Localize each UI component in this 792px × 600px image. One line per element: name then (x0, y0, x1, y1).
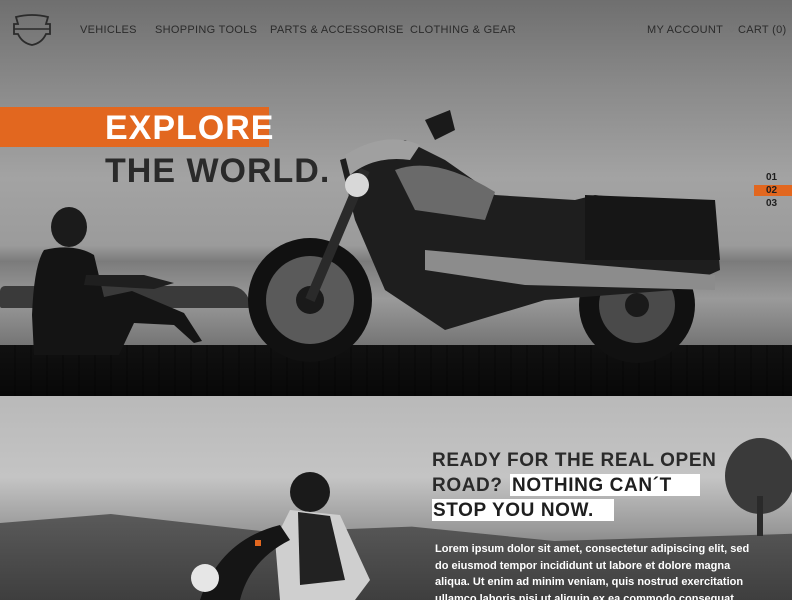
bar-and-shield-logo-icon[interactable] (12, 14, 52, 46)
nav-link-vehicles[interactable]: VEHICLES (80, 24, 137, 36)
section-body-text: Lorem ipsum dolor sit amet, consectetur … (435, 543, 750, 600)
my-account-link[interactable]: MY ACCOUNT (647, 24, 736, 36)
slide-indicator-3[interactable]: 03 (754, 198, 792, 209)
rider-on-motorcycle-image (191, 472, 370, 600)
section-title-line2b: NOTHING CAN´T (512, 475, 672, 496)
slide-indicator-2[interactable]: 02 (754, 185, 792, 196)
section-title-line1: READY FOR THE REAL OPEN (432, 450, 717, 471)
cart-link[interactable]: CART (0) (738, 24, 786, 36)
nav-link-shopping-tools[interactable]: SHOPPING TOOLS (155, 24, 257, 36)
slide-indicator-1[interactable]: 01 (754, 172, 792, 183)
hero-headline-line1: EXPLORE (105, 109, 275, 147)
chevron-down-icon (728, 27, 736, 33)
section-title-line3: STOP YOU NOW. (433, 500, 594, 521)
motorcycle-image (248, 110, 720, 363)
hero-section: VEHICLES SHOPPING TOOLS PARTS & ACCESSOR… (0, 0, 792, 396)
top-navigation: VEHICLES SHOPPING TOOLS PARTS & ACCESSOR… (0, 0, 792, 60)
my-account-label: MY ACCOUNT (647, 24, 723, 36)
nav-link-clothing-gear[interactable]: CLOTHING & GEAR (410, 24, 516, 36)
seated-person-image (32, 207, 202, 355)
nav-link-parts-accessories[interactable]: PARTS & ACCESSORISE (270, 24, 404, 36)
hero-headline-line2: THE WORLD. (105, 152, 331, 190)
